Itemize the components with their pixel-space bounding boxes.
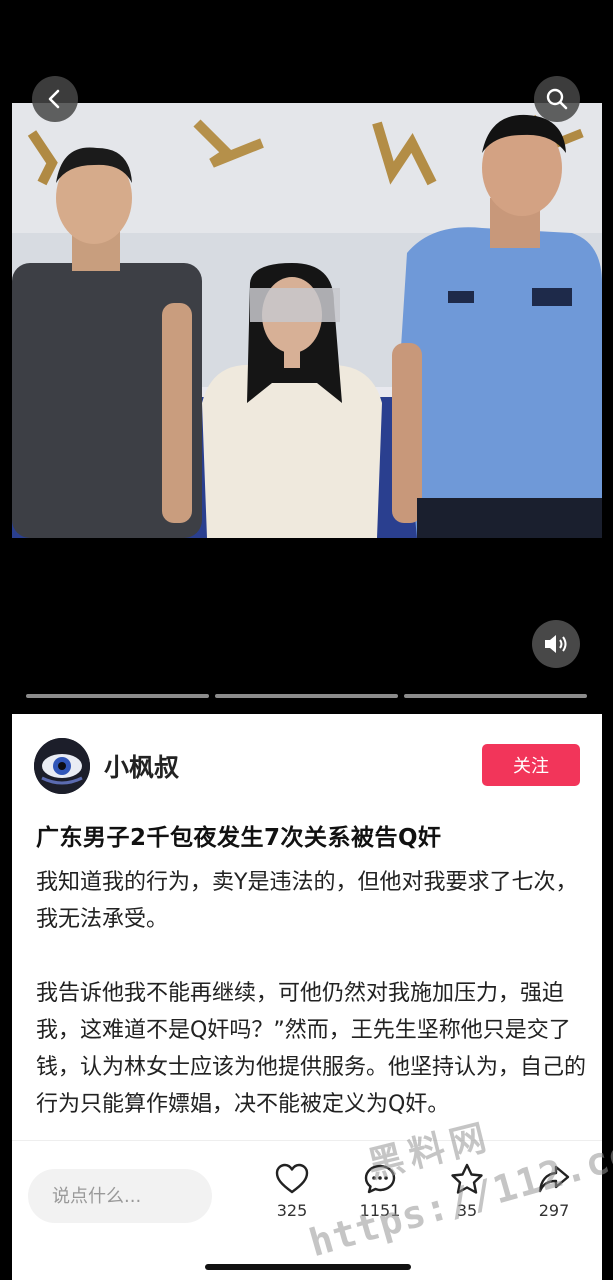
like-count: 325 <box>276 1201 308 1220</box>
page-indicator-segment <box>26 694 209 698</box>
star-icon <box>451 1163 483 1194</box>
page-indicator-segment <box>215 694 398 698</box>
image-page-indicator <box>26 694 587 698</box>
search-icon <box>546 88 568 110</box>
bottom-action-bar: 325 1151 35 <box>12 1140 602 1241</box>
page-indicator-segment <box>404 694 587 698</box>
photo-illustration <box>12 103 602 538</box>
comment-bubble-icon <box>364 1164 396 1194</box>
search-button[interactable] <box>534 76 580 122</box>
post-paragraph: 我知道我的行为，卖Y是违法的，但他对我要求了七次，我无法承受。 <box>36 870 578 932</box>
share-button[interactable]: 297 <box>524 1163 584 1233</box>
share-arrow-icon <box>538 1165 570 1193</box>
post-viewer-screen: 小枫叔 关注 广东男子2千包夜发生7次关系被告Q奸 我知道我的行为，卖Y是违法的… <box>0 0 613 1280</box>
post-photo[interactable] <box>12 103 602 538</box>
comment-button[interactable]: 1151 <box>350 1163 410 1233</box>
back-button[interactable] <box>32 76 78 122</box>
home-indicator[interactable] <box>205 1264 411 1270</box>
sound-toggle-button[interactable] <box>532 620 580 668</box>
author-row: 小枫叔 关注 <box>34 738 580 796</box>
share-count: 297 <box>538 1201 570 1220</box>
speaker-icon <box>545 635 567 653</box>
back-arrow-icon <box>48 89 60 109</box>
post-paragraph: 我告诉他我不能再继续，可他仍然对我施加压力，强迫我，这难道不是Q奸吗？”然而，王… <box>36 981 587 1117</box>
follow-button[interactable]: 关注 <box>482 744 580 786</box>
like-button[interactable]: 325 <box>262 1163 322 1233</box>
comment-input[interactable] <box>28 1169 212 1223</box>
post-title: 广东男子2千包夜发生7次关系被告Q奸 <box>36 825 442 851</box>
comment-count: 1151 <box>359 1201 401 1220</box>
favorite-count: 35 <box>456 1201 478 1220</box>
avatar-eye-icon <box>34 738 90 794</box>
post-card: 小枫叔 关注 广东男子2千包夜发生7次关系被告Q奸 我知道我的行为，卖Y是违法的… <box>12 714 602 1280</box>
heart-icon <box>275 1163 309 1194</box>
favorite-button[interactable]: 35 <box>437 1163 497 1233</box>
author-name[interactable]: 小枫叔 <box>104 748 179 784</box>
author-avatar[interactable] <box>34 738 90 794</box>
post-body: 我知道我的行为，卖Y是违法的，但他对我要求了七次，我无法承受。 我告诉他我不能再… <box>36 864 586 1160</box>
